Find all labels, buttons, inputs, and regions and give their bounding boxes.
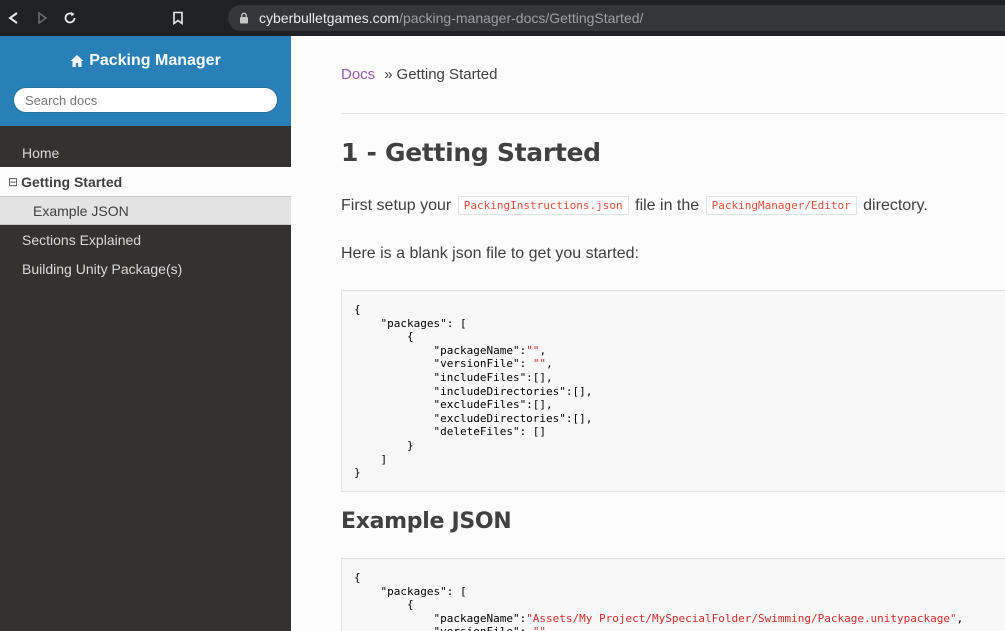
code-block-example-json: { "packages": [ { "packageName":"Assets/… <box>341 558 1005 631</box>
bookmark-icon <box>173 11 183 25</box>
code-line: "packageName":"Assets/My Project/MySpeci… <box>354 611 964 625</box>
intro-text-middle: file in the <box>635 197 700 214</box>
bookmark-button[interactable] <box>164 0 192 36</box>
forward-button[interactable] <box>28 0 56 36</box>
collapse-toggle-icon[interactable]: ⊟ <box>8 175 18 189</box>
sidebar-item-label: Home <box>22 144 60 161</box>
sidebar-item-sections-explained[interactable]: Sections Explained <box>0 225 291 254</box>
breadcrumb-docs-link[interactable]: Docs <box>341 66 375 83</box>
sidebar-item-label: Getting Started <box>21 173 123 190</box>
breadcrumb: Docs » Getting Started <box>341 66 497 83</box>
lock-icon <box>240 12 248 24</box>
search-input[interactable] <box>13 87 278 113</box>
code-line: { <box>354 571 361 584</box>
header-divider <box>341 113 1005 114</box>
blank-json-paragraph: Here is a blank json file to get you sta… <box>341 245 639 262</box>
code-line: } <box>354 438 414 452</box>
intro-text-prefix: First setup your <box>341 197 452 214</box>
back-arrow-icon <box>8 12 18 24</box>
back-button[interactable] <box>0 0 28 36</box>
sidebar-item-label: Sections Explained <box>22 231 142 248</box>
url-domain: cyberbulletgames.com <box>259 10 400 26</box>
project-home-link[interactable]: Packing Manager <box>70 52 221 70</box>
code-line: "packages": [ <box>354 316 467 330</box>
code-line: "packages": [ <box>354 584 467 598</box>
inline-code-filename: PackingInstructions.json <box>457 196 629 215</box>
main-content: Docs » Getting Started 1 - Getting Started… <box>291 36 1005 631</box>
url-path: /packing-manager-docs/GettingStarted/ <box>399 10 644 26</box>
sidebar-item-getting-started[interactable]: ⊟ Getting Started <box>0 167 291 196</box>
code-line: } <box>354 466 361 480</box>
code-line: "excludeDirectories":[], <box>354 411 593 425</box>
code-line: "packageName":"", <box>354 343 547 357</box>
breadcrumb-current: Getting Started <box>396 66 498 83</box>
code-line: { <box>354 330 414 344</box>
code-string-value: "" <box>532 357 547 371</box>
breadcrumb-separator: » <box>384 66 393 83</box>
code-line: "includeFiles":[], <box>354 370 553 384</box>
sidebar-header: Packing Manager <box>0 36 291 126</box>
code-block-text: { "packages": [ { "packageName":"Assets/… <box>354 571 1005 631</box>
code-block-text: { "packages": [ { "packageName":"", "ver… <box>354 303 1005 480</box>
example-json-heading: Example JSON <box>341 509 512 534</box>
sidebar-item-label: Building Unity Package(s) <box>22 260 183 277</box>
sidebar-menu: Home ⊟ Getting Started Example JSON Sect… <box>0 138 291 283</box>
code-block-blank-json: { "packages": [ { "packageName":"", "ver… <box>341 290 1005 492</box>
code-line: "excludeFiles":[], <box>354 398 553 412</box>
reload-icon <box>64 12 76 24</box>
code-string-value: "" <box>526 343 540 357</box>
browser-toolbar: cyberbulletgames.com/packing-manager-doc… <box>0 0 1005 36</box>
home-icon <box>70 55 84 67</box>
inline-code-directory: PackingManager/Editor <box>705 196 857 215</box>
sidebar-item-label: Example JSON <box>33 202 129 219</box>
sidebar: Packing Manager Home ⊟ Getting Started E… <box>0 36 291 631</box>
reload-button[interactable] <box>56 0 84 36</box>
forward-arrow-icon <box>38 11 48 25</box>
code-string-value: "" <box>533 625 546 631</box>
code-line: "includeDirectories":[], <box>354 384 593 398</box>
intro-paragraph: First setup your PackingInstructions.jso… <box>341 196 928 215</box>
sidebar-item-building-unity-packages[interactable]: Building Unity Package(s) <box>0 254 291 283</box>
intro-text-suffix: directory. <box>863 197 928 214</box>
address-bar[interactable]: cyberbulletgames.com/packing-manager-doc… <box>228 5 1005 31</box>
code-string-value: "Assets/My Project/MySpecialFolder/Swimm… <box>526 611 957 625</box>
code-line: "deleteFiles": [] <box>354 425 547 439</box>
code-line: ] <box>354 452 388 466</box>
sidebar-item-example-json[interactable]: Example JSON <box>0 196 291 225</box>
code-line: "versionFile": "" <box>354 625 546 631</box>
code-line: "versionFile": "", <box>354 357 553 371</box>
code-line: { <box>354 598 414 612</box>
project-name: Packing Manager <box>89 52 221 69</box>
page-title: 1 - Getting Started <box>341 138 601 167</box>
sidebar-item-home[interactable]: Home <box>0 138 291 167</box>
code-line: { <box>354 303 361 316</box>
